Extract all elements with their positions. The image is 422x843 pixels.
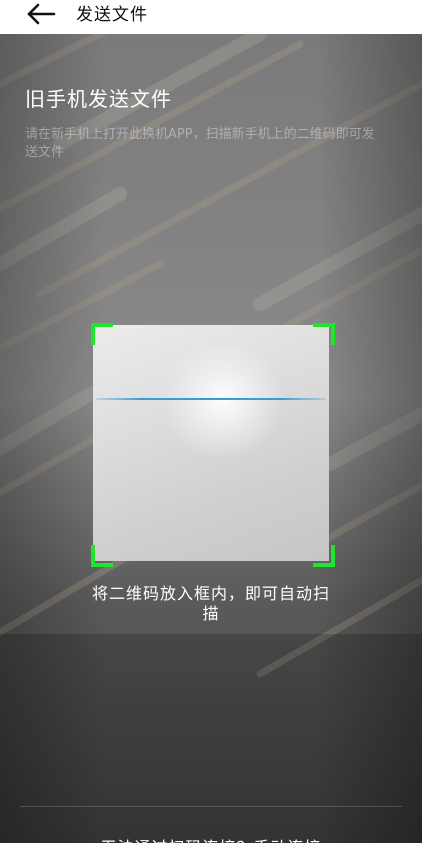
scan-corner-bottom-left xyxy=(91,545,113,567)
scan-heading: 旧手机发送文件 xyxy=(25,87,172,111)
scan-instructions: 请在新手机上打开此换机APP，扫描新手机上的二维码即可发送文件 xyxy=(25,127,375,160)
scan-corner-top-left xyxy=(91,323,113,345)
manual-connect-link[interactable]: 无法通过扫码连接？手动连接 xyxy=(0,834,422,843)
scan-corner-bottom-right xyxy=(313,545,335,567)
scan-line xyxy=(96,398,326,400)
camera-viewfinder: 旧手机发送文件 请在新手机上打开此换机APP，扫描新手机上的二维码即可发送文件 … xyxy=(0,34,422,843)
scan-hint: 将二维码放入框内，即可自动扫描 xyxy=(91,584,330,623)
top-bar: 发送文件 xyxy=(0,0,422,34)
scan-corner-top-right xyxy=(313,323,335,345)
scan-frame xyxy=(93,325,329,561)
page-title: 发送文件 xyxy=(76,5,148,25)
light-glare xyxy=(163,345,283,455)
arrow-left-icon[interactable] xyxy=(26,3,56,25)
divider xyxy=(20,806,402,807)
